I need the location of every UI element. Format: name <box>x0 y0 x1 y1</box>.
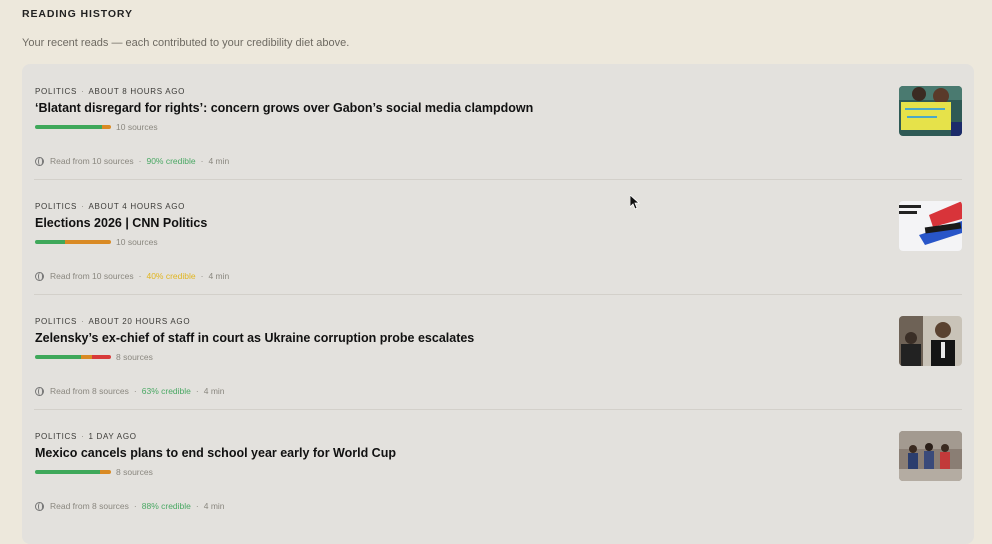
read-from-label: Read from 8 sources <box>50 386 129 396</box>
read-from-label: Read from 10 sources <box>50 271 134 281</box>
category-label: POLITICS <box>35 87 78 96</box>
protest-photo-thumbnail[interactable] <box>899 86 962 136</box>
time-label: 1 DAY AGO <box>88 432 137 441</box>
bar-segment <box>101 125 111 129</box>
read-time-label: 4 min <box>203 501 225 511</box>
list-item[interactable]: POLITICS · ABOUT 8 HOURS AGO ‘Blatant disr… <box>22 64 974 179</box>
item-meta: POLITICS · 1 DAY AGO <box>35 432 137 441</box>
list-item[interactable]: POLITICS · ABOUT 20 HOURS AGO Zelensky’s e… <box>22 294 974 409</box>
globe-icon <box>35 271 44 281</box>
globe-icon <box>35 156 44 166</box>
article-headline[interactable]: Zelensky’s ex-chief of staff in court as… <box>35 331 474 345</box>
bar-segment <box>35 240 66 244</box>
read-from-label: Read from 8 sources <box>50 501 129 511</box>
item-meta: POLITICS · ABOUT 8 HOURS AGO <box>35 87 186 96</box>
article-headline[interactable]: Mexico cancels plans to end school year … <box>35 446 396 460</box>
read-from-label: Read from 10 sources <box>50 156 134 166</box>
reading-history-list: POLITICS · ABOUT 8 HOURS AGO ‘Blatant disr… <box>22 64 974 544</box>
time-label: ABOUT 20 HOURS AGO <box>88 317 191 326</box>
credibility-label: 40% credible <box>146 271 196 281</box>
bar-segment <box>65 240 111 244</box>
item-footer: Read from 10 sources · 90% credible · 4 … <box>35 156 229 166</box>
bar-segment <box>100 470 111 474</box>
time-label: ABOUT 4 HOURS AGO <box>88 202 186 211</box>
item-meta: POLITICS · ABOUT 20 HOURS AGO <box>35 317 191 326</box>
read-time-label: 4 min <box>208 271 230 281</box>
globe-icon <box>35 386 44 396</box>
mouse-cursor-icon <box>630 195 640 210</box>
item-footer: Read from 10 sources · 40% credible · 4 … <box>35 271 229 281</box>
credibility-label: 63% credible <box>141 386 191 396</box>
bar-segment <box>35 355 81 359</box>
sources-count: 10 sources <box>116 122 158 132</box>
article-headline[interactable]: ‘Blatant disregard for rights’: concern … <box>35 101 533 115</box>
category-label: POLITICS <box>35 432 78 441</box>
list-item[interactable]: POLITICS · 1 DAY AGO Mexico cancels plans … <box>22 409 974 524</box>
source-mix-bar <box>35 240 111 244</box>
source-mix-bar <box>35 470 111 474</box>
item-meta: POLITICS · ABOUT 4 HOURS AGO <box>35 202 186 211</box>
bar-segment <box>80 355 92 359</box>
category-label: POLITICS <box>35 202 78 211</box>
sources-count: 8 sources <box>116 352 153 362</box>
section-subtitle: Your recent reads — each contributed to … <box>22 37 350 49</box>
bar-segment <box>35 470 101 474</box>
category-label: POLITICS <box>35 317 78 326</box>
sources-count: 10 sources <box>116 237 158 247</box>
article-headline[interactable]: Elections 2026 | CNN Politics <box>35 216 207 230</box>
section-title: READING HISTORY <box>22 8 133 20</box>
globe-icon <box>35 501 44 511</box>
source-mix-bar <box>35 355 111 359</box>
vote-sign-photo-thumbnail[interactable] <box>899 201 962 251</box>
item-footer: Read from 8 sources · 88% credible · 4 m… <box>35 501 225 511</box>
source-mix-bar <box>35 125 111 129</box>
courtroom-photo-thumbnail[interactable] <box>899 316 962 366</box>
sources-count: 8 sources <box>116 467 153 477</box>
time-label: ABOUT 8 HOURS AGO <box>88 87 186 96</box>
item-footer: Read from 8 sources · 63% credible · 4 m… <box>35 386 225 396</box>
credibility-label: 88% credible <box>141 501 191 511</box>
bar-segment <box>35 125 102 129</box>
credibility-label: 90% credible <box>146 156 196 166</box>
read-time-label: 4 min <box>208 156 230 166</box>
bar-segment <box>91 355 111 359</box>
list-item[interactable]: POLITICS · ABOUT 4 HOURS AGO Elections 202… <box>22 179 974 294</box>
students-photo-thumbnail[interactable] <box>899 431 962 481</box>
read-time-label: 4 min <box>203 386 225 396</box>
